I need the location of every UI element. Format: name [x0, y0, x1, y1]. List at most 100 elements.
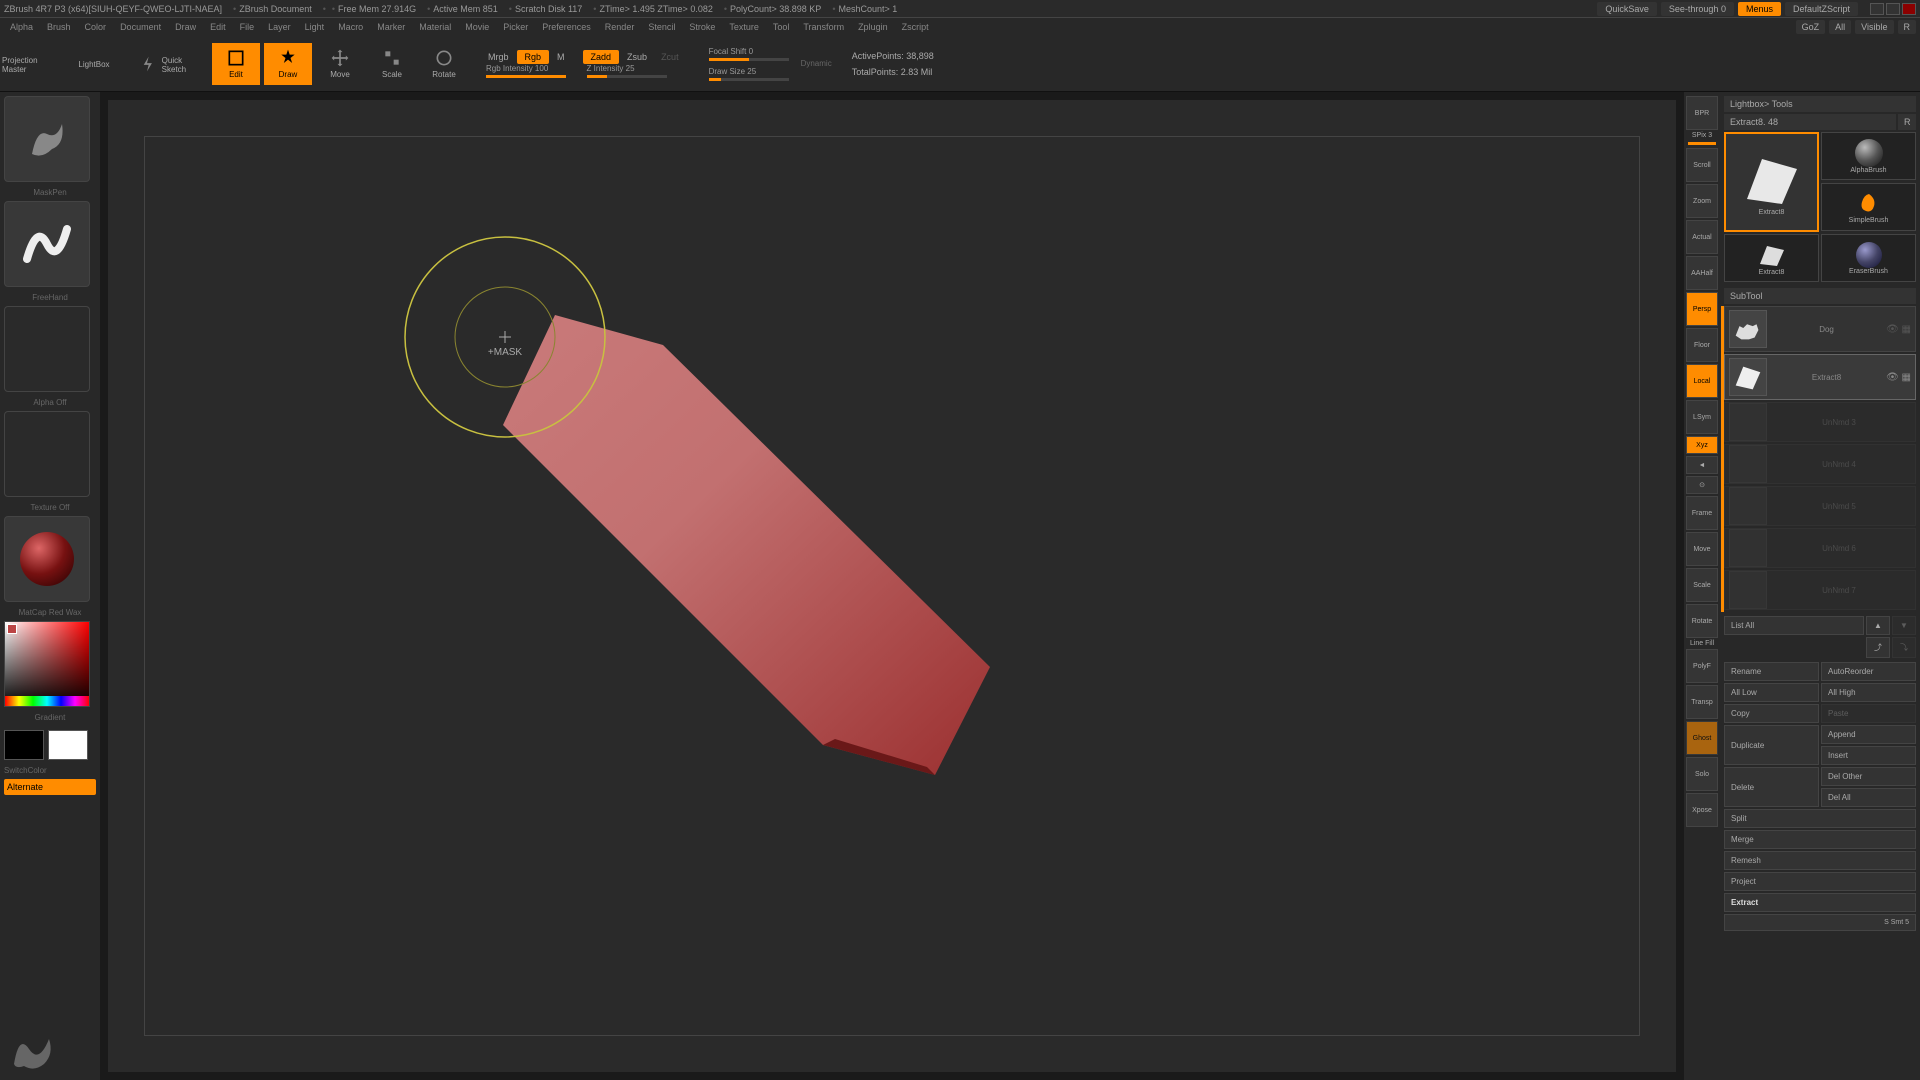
zcut-button[interactable]: Zcut [655, 50, 685, 64]
rgb-intensity-slider[interactable]: Rgb Intensity 100 [486, 64, 567, 78]
menu-brush[interactable]: Brush [41, 20, 77, 34]
zsub-button[interactable]: Zsub [621, 50, 653, 64]
rgb-button[interactable]: Rgb [517, 50, 550, 64]
zadd-button[interactable]: Zadd [583, 50, 620, 64]
menu-stencil[interactable]: Stencil [642, 20, 681, 34]
menus-button[interactable]: Menus [1738, 2, 1781, 16]
z-intensity-slider[interactable]: Z Intensity 25 [587, 64, 681, 78]
arrow-down-button[interactable]: ▼ [1892, 616, 1916, 635]
goz-r-button[interactable]: R [1898, 20, 1917, 34]
tool-extract8b[interactable]: Extract8 [1724, 234, 1819, 282]
lightbox-tools-header[interactable]: Lightbox> Tools [1724, 96, 1916, 112]
goz-button[interactable]: GoZ [1796, 20, 1826, 34]
delother-button[interactable]: Del Other [1821, 767, 1916, 786]
rename-button[interactable]: Rename [1724, 662, 1819, 681]
arrow-up-button[interactable]: ▲ [1866, 616, 1890, 635]
allhigh-button[interactable]: All High [1821, 683, 1916, 702]
listall-button[interactable]: List All [1724, 616, 1864, 635]
subtool-dog[interactable]: Dog 👁 ▦ [1724, 306, 1916, 352]
floor-button[interactable]: Floor [1686, 328, 1718, 362]
goz-visible-button[interactable]: Visible [1855, 20, 1893, 34]
move-up-button[interactable]: ⤴ [1866, 637, 1890, 658]
canvas-viewport[interactable]: +MASK [144, 136, 1640, 1036]
maximize-btn[interactable] [1886, 3, 1900, 15]
menu-material[interactable]: Material [413, 20, 457, 34]
aahalf-button[interactable]: AAHalf [1686, 256, 1718, 290]
menu-preferences[interactable]: Preferences [536, 20, 597, 34]
autoreorder-button[interactable]: AutoReorder [1821, 662, 1916, 681]
menu-transform[interactable]: Transform [797, 20, 850, 34]
defaultzscript-button[interactable]: DefaultZScript [1785, 2, 1858, 16]
secondary-color-swatch[interactable] [4, 730, 44, 760]
viewport-rotate-button[interactable]: Rotate [1686, 604, 1718, 638]
bpr-button[interactable]: BPR [1686, 96, 1718, 130]
persp-button[interactable]: Persp [1686, 292, 1718, 326]
r-button[interactable]: R [1898, 114, 1916, 130]
subtool-dim-4[interactable]: UnNmd 6 [1724, 528, 1916, 568]
menu-tool[interactable]: Tool [767, 20, 796, 34]
rt-arrow-2[interactable]: ⊙ [1686, 476, 1718, 494]
subtool-dim-5[interactable]: UnNmd 7 [1724, 570, 1916, 610]
menu-picker[interactable]: Picker [497, 20, 534, 34]
move-mode-button[interactable]: Move [316, 43, 364, 85]
subtool-extract8[interactable]: Extract8 👁 ▦ [1724, 354, 1916, 400]
xyz-button[interactable]: Xyz [1686, 436, 1718, 454]
menu-marker[interactable]: Marker [371, 20, 411, 34]
duplicate-button[interactable]: Duplicate [1724, 725, 1819, 765]
rotate-mode-button[interactable]: Rotate [420, 43, 468, 85]
alpha-selector[interactable] [4, 306, 90, 392]
menu-zscript[interactable]: Zscript [896, 20, 935, 34]
scale-mode-button[interactable]: Scale [368, 43, 416, 85]
move-down-button[interactable]: ⤵ [1892, 637, 1916, 658]
solo-button[interactable]: Solo [1686, 757, 1718, 791]
edit-mode-button[interactable]: Edit [212, 43, 260, 85]
alllow-button[interactable]: All Low [1724, 683, 1819, 702]
menu-color[interactable]: Color [79, 20, 113, 34]
menu-render[interactable]: Render [599, 20, 641, 34]
remesh-button[interactable]: Remesh [1724, 851, 1916, 870]
menu-edit[interactable]: Edit [204, 20, 232, 34]
menu-zplugin[interactable]: Zplugin [852, 20, 894, 34]
delall-button[interactable]: Del All [1821, 788, 1916, 807]
primary-color-swatch[interactable] [48, 730, 88, 760]
scroll-button[interactable]: Scroll [1686, 148, 1718, 182]
texture-selector[interactable] [4, 411, 90, 497]
transp-button[interactable]: Transp [1686, 685, 1718, 719]
focal-shift-slider[interactable]: Focal Shift 0 [709, 47, 789, 61]
actual-button[interactable]: Actual [1686, 220, 1718, 254]
visibility-icons[interactable]: 👁 ▦ [1886, 324, 1911, 335]
local-button[interactable]: Local [1686, 364, 1718, 398]
menu-layer[interactable]: Layer [262, 20, 297, 34]
subtool-dim-1[interactable]: UnNmd 3 [1724, 402, 1916, 442]
alternate-button[interactable]: Alternate [4, 779, 96, 795]
seethrough-slider[interactable]: See-through 0 [1661, 2, 1734, 16]
menu-light[interactable]: Light [299, 20, 331, 34]
menu-alpha[interactable]: Alpha [4, 20, 39, 34]
minimize-btn[interactable] [1870, 3, 1884, 15]
quicksketch-button[interactable]: Quick Sketch [138, 43, 208, 85]
quicksave-button[interactable]: QuickSave [1597, 2, 1657, 16]
zoom-button[interactable]: Zoom [1686, 184, 1718, 218]
close-btn[interactable] [1902, 3, 1916, 15]
menu-stroke[interactable]: Stroke [683, 20, 721, 34]
paste-button[interactable]: Paste [1821, 704, 1916, 723]
viewport-move-button[interactable]: Move [1686, 532, 1718, 566]
polyf-button[interactable]: PolyF [1686, 649, 1718, 683]
tool-simplebrush[interactable]: SimpleBrush [1821, 183, 1916, 231]
visibility-icons-active[interactable]: 👁 ▦ [1886, 372, 1911, 383]
subtool-header[interactable]: SubTool [1724, 288, 1916, 304]
lsym-button[interactable]: LSym [1686, 400, 1718, 434]
goz-all-button[interactable]: All [1829, 20, 1851, 34]
draw-mode-button[interactable]: Draw [264, 43, 312, 85]
ssmt-slider[interactable]: S Smt 5 [1724, 914, 1916, 931]
extract-button[interactable]: Extract [1724, 893, 1916, 912]
subtool-dim-3[interactable]: UnNmd 5 [1724, 486, 1916, 526]
mrgb-button[interactable]: Mrgb [482, 50, 515, 64]
rt-arrow-1[interactable]: ◄ [1686, 456, 1718, 474]
spix-slider[interactable]: SPix 3 [1686, 132, 1718, 139]
merge-button[interactable]: Merge [1724, 830, 1916, 849]
material-selector[interactable] [4, 516, 90, 602]
subtool-dim-2[interactable]: UnNmd 4 [1724, 444, 1916, 484]
insert-button[interactable]: Insert [1821, 746, 1916, 765]
frame-button[interactable]: Frame [1686, 496, 1718, 530]
